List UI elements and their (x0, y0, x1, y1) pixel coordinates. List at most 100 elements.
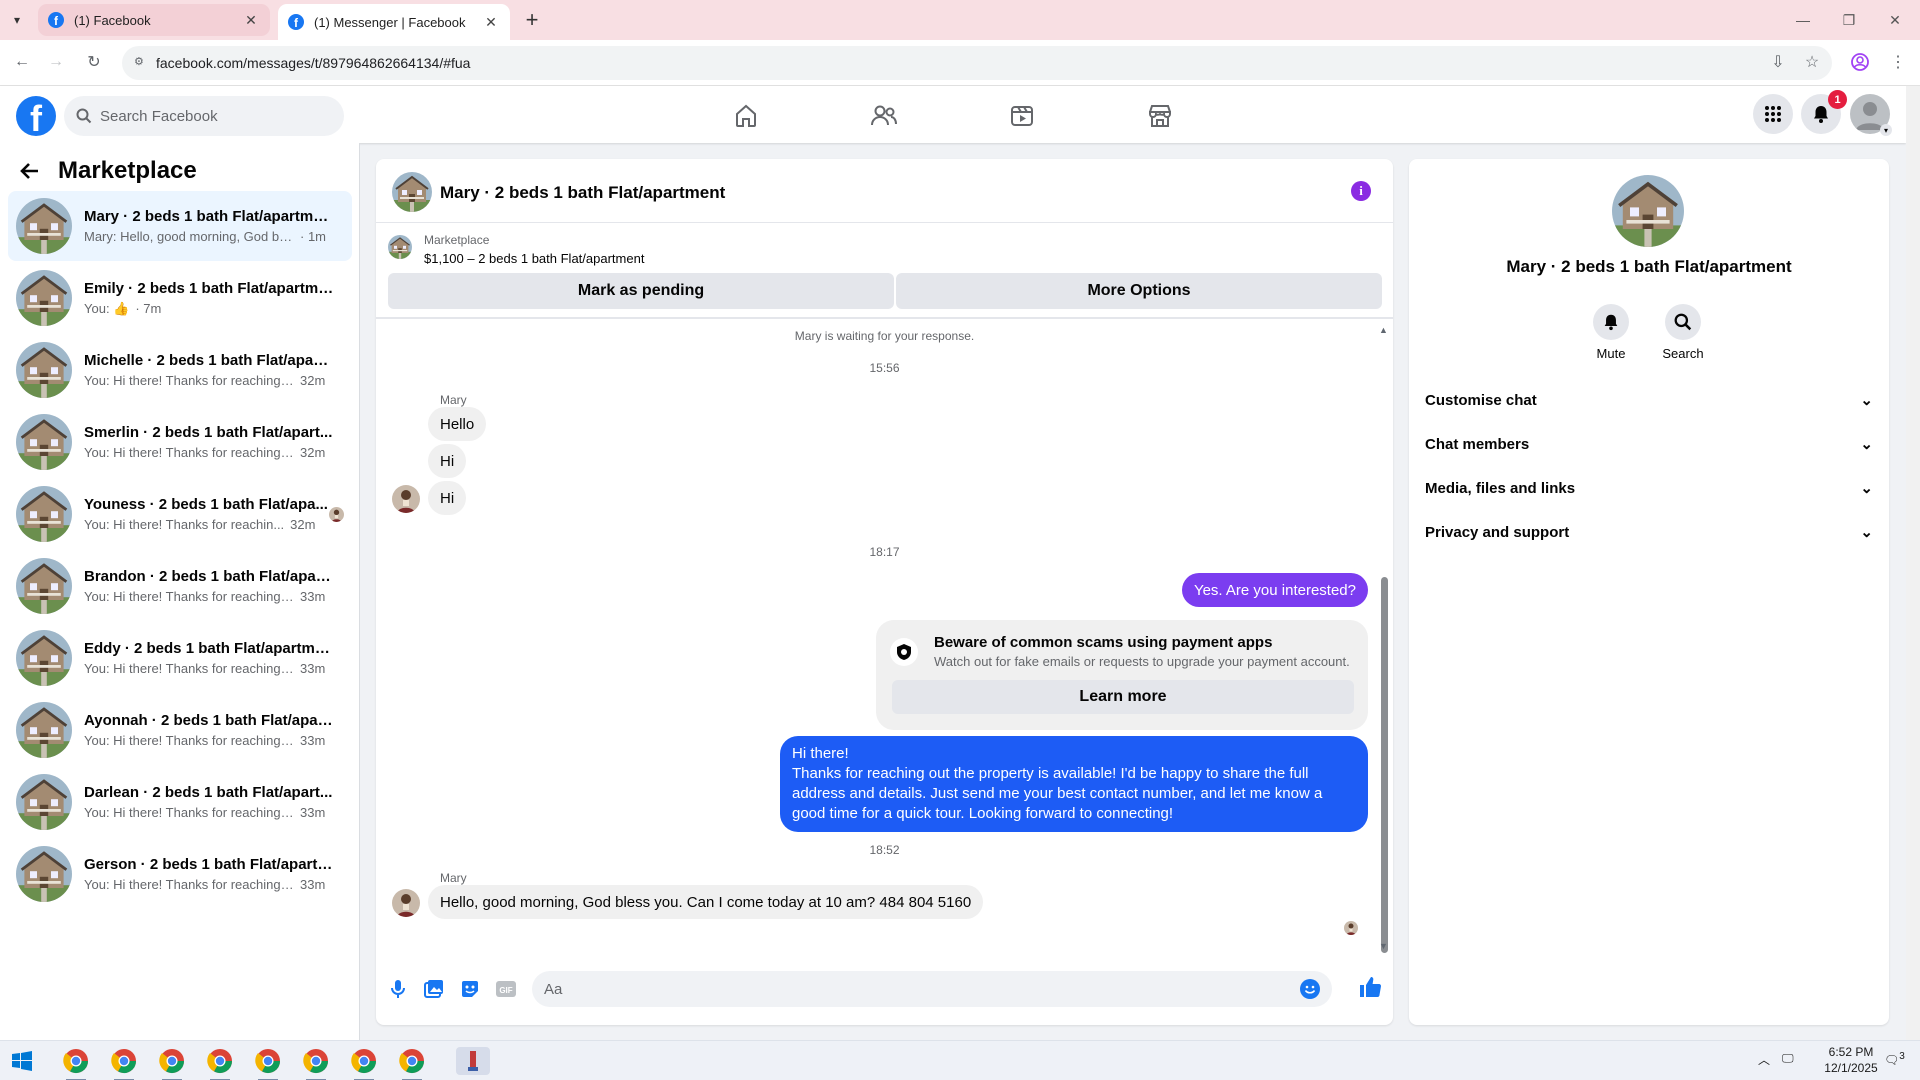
thumbs-up-icon[interactable] (1358, 975, 1382, 999)
browser-tab-messenger[interactable]: f (1) Messenger | Facebook ✕ (278, 4, 510, 40)
scam-warning-card: Beware of common scams using payment app… (876, 620, 1368, 730)
minimize-icon[interactable]: — (1780, 0, 1826, 40)
conversation-info: Gerson · 2 beds 1 bath Flat/apartm... You… (84, 856, 334, 892)
reload-icon[interactable]: ↻ (82, 50, 106, 74)
conversation-thumbnail (16, 558, 72, 614)
conversation-preview: You: Hi there! Thanks for reachin... (84, 517, 285, 532)
privacy-support-section[interactable]: Privacy and support ⌄ (1425, 514, 1873, 550)
thread-scrollbar[interactable]: ▲ ▼ (1378, 321, 1390, 953)
incoming-message[interactable]: Hi (428, 481, 467, 515)
back-icon[interactable]: ← (10, 50, 34, 74)
conversation-name: Ayonnah · 2 beds 1 bath Flat/apart... (84, 712, 334, 729)
network-icon[interactable]: 🖵 (1782, 1051, 1794, 1066)
chrome-taskbar-icon[interactable] (62, 1047, 90, 1075)
conversation-item[interactable]: Michelle · 2 beds 1 bath Flat/apart... Yo… (8, 335, 352, 405)
chrome-taskbar-icon[interactable] (350, 1047, 378, 1075)
chrome-taskbar-icon[interactable] (398, 1047, 426, 1075)
conversation-preview: You: Hi there! Thanks for reaching o... (84, 589, 294, 604)
profile-icon[interactable] (1848, 50, 1872, 74)
timestamp: 18:52 (869, 843, 900, 857)
info-icon[interactable]: i (1351, 181, 1371, 201)
conversation-item[interactable]: Brandon · 2 beds 1 bath Flat/apart... You… (8, 551, 352, 621)
conversation-item[interactable]: Eddy · 2 beds 1 bath Flat/apartment You: … (8, 623, 352, 693)
search-input[interactable]: Search Facebook (64, 96, 344, 136)
photo-icon[interactable] (422, 977, 446, 1001)
emoji-icon[interactable] (1300, 979, 1320, 999)
outgoing-message[interactable]: Hi there! Thanks for reaching out the pr… (780, 736, 1368, 832)
outgoing-message[interactable]: Yes. Are you interested? (1181, 573, 1368, 607)
scroll-up-icon[interactable]: ▲ (1379, 325, 1388, 335)
incoming-message[interactable]: Hi (428, 444, 467, 478)
scrollbar-thumb[interactable] (1381, 577, 1388, 953)
conversation-name: Gerson · 2 beds 1 bath Flat/apartm... (84, 856, 334, 873)
watch-icon[interactable] (1002, 96, 1042, 136)
facebook-logo[interactable]: f (16, 96, 56, 136)
incoming-message[interactable]: Hello, good morning, God bless you. Can … (428, 885, 984, 919)
learn-more-button[interactable]: Learn more (892, 680, 1354, 714)
chrome-taskbar-icon[interactable] (206, 1047, 234, 1075)
conversation-item[interactable]: Gerson · 2 beds 1 bath Flat/apartm... You… (8, 839, 352, 909)
apps-grid-icon[interactable] (1753, 94, 1793, 134)
listing-thumbnail[interactable] (388, 235, 412, 259)
conversation-info: Emily · 2 beds 1 bath Flat/apartment You:… (84, 280, 334, 317)
message-line: Thanks for reaching out the property is … (792, 765, 1309, 782)
conversation-item[interactable]: Emily · 2 beds 1 bath Flat/apartment You:… (8, 263, 352, 333)
site-info-icon[interactable]: ⚙ (134, 55, 148, 69)
conversation-thumbnail (16, 342, 72, 398)
mute-button[interactable]: Mute (1581, 304, 1641, 361)
notification-center-icon[interactable]: 🗨3 (1884, 1051, 1905, 1067)
tray-chevron-icon[interactable]: ︿ (1758, 1051, 1770, 1068)
page-scrollbar[interactable] (1906, 86, 1920, 1040)
conversation-item[interactable]: Darlean · 2 beds 1 bath Flat/apart... You… (8, 767, 352, 837)
conversation-item[interactable]: Ayonnah · 2 beds 1 bath Flat/apart... You… (8, 695, 352, 765)
search-conversation-button[interactable]: Search (1653, 304, 1713, 361)
bookmark-star-icon[interactable]: ☆ (1800, 50, 1824, 74)
account-menu-chevron-icon[interactable]: ▾ (1880, 124, 1892, 136)
install-app-icon[interactable]: ⇩ (1766, 50, 1790, 74)
sender-avatar[interactable] (392, 889, 420, 917)
back-arrow-icon[interactable] (20, 161, 40, 181)
url-field[interactable]: ⚙ facebook.com/messages/t/89796486266413… (122, 46, 1832, 80)
gif-icon[interactable]: GIF (494, 977, 518, 1001)
message-thread[interactable]: Mary is waiting for your response. 15:56… (376, 321, 1393, 953)
conversation-item[interactable]: Smerlin · 2 beds 1 bath Flat/apart... You… (8, 407, 352, 477)
close-window-icon[interactable]: ✕ (1872, 0, 1918, 40)
listing-avatar[interactable] (392, 172, 432, 212)
menu-kebab-icon[interactable]: ⋮ (1886, 50, 1910, 74)
friends-icon[interactable] (864, 96, 904, 136)
seen-avatar (329, 507, 344, 522)
chrome-taskbar-icon[interactable] (302, 1047, 330, 1075)
clock[interactable]: 6:52 PM 12/1/2025 (1816, 1045, 1886, 1075)
close-tab-icon[interactable]: ✕ (482, 14, 500, 31)
listing-avatar-large[interactable] (1612, 175, 1684, 247)
conversation-preview: Mary: Hello, good morning, God bles... (84, 229, 294, 244)
marketplace-icon[interactable] (1140, 96, 1180, 136)
sticker-icon[interactable] (458, 977, 482, 1001)
conversation-item[interactable]: Youness · 2 beds 1 bath Flat/apa... You: … (8, 479, 352, 549)
conversation-item[interactable]: Mary · 2 beds 1 bath Flat/apartment Mary:… (8, 191, 352, 261)
microphone-icon[interactable] (386, 977, 410, 1001)
taskbar-app-icon-active[interactable] (456, 1047, 490, 1075)
windows-start-icon[interactable] (12, 1051, 32, 1076)
incoming-message[interactable]: Hello (428, 407, 487, 441)
chrome-taskbar-icon[interactable] (158, 1047, 186, 1075)
close-tab-icon[interactable]: ✕ (242, 12, 260, 29)
restore-icon[interactable]: ❐ (1826, 0, 1872, 40)
listing-description[interactable]: $1,100 – 2 beds 1 bath Flat/apartment (424, 251, 644, 266)
browser-tab-facebook[interactable]: f (1) Facebook ✕ (38, 4, 270, 36)
tab-search-icon[interactable]: ▾ (6, 8, 28, 32)
mark-as-pending-button[interactable]: Mark as pending (388, 273, 894, 309)
chat-title[interactable]: Mary · 2 beds 1 bath Flat/apartment (440, 183, 725, 203)
chat-members-section[interactable]: Chat members ⌄ (1425, 426, 1873, 462)
home-icon[interactable] (726, 96, 766, 136)
scroll-down-icon[interactable]: ▼ (1379, 941, 1388, 951)
customise-chat-section[interactable]: Customise chat ⌄ (1425, 382, 1873, 418)
chrome-taskbar-icon[interactable] (254, 1047, 282, 1075)
more-options-button[interactable]: More Options (896, 273, 1382, 309)
chrome-taskbar-icon[interactable] (110, 1047, 138, 1075)
new-tab-button[interactable]: + (520, 8, 544, 32)
message-input[interactable]: Aa (532, 971, 1332, 1007)
forward-icon[interactable]: → (44, 50, 68, 74)
sender-avatar[interactable] (392, 485, 420, 513)
media-files-links-section[interactable]: Media, files and links ⌄ (1425, 470, 1873, 506)
